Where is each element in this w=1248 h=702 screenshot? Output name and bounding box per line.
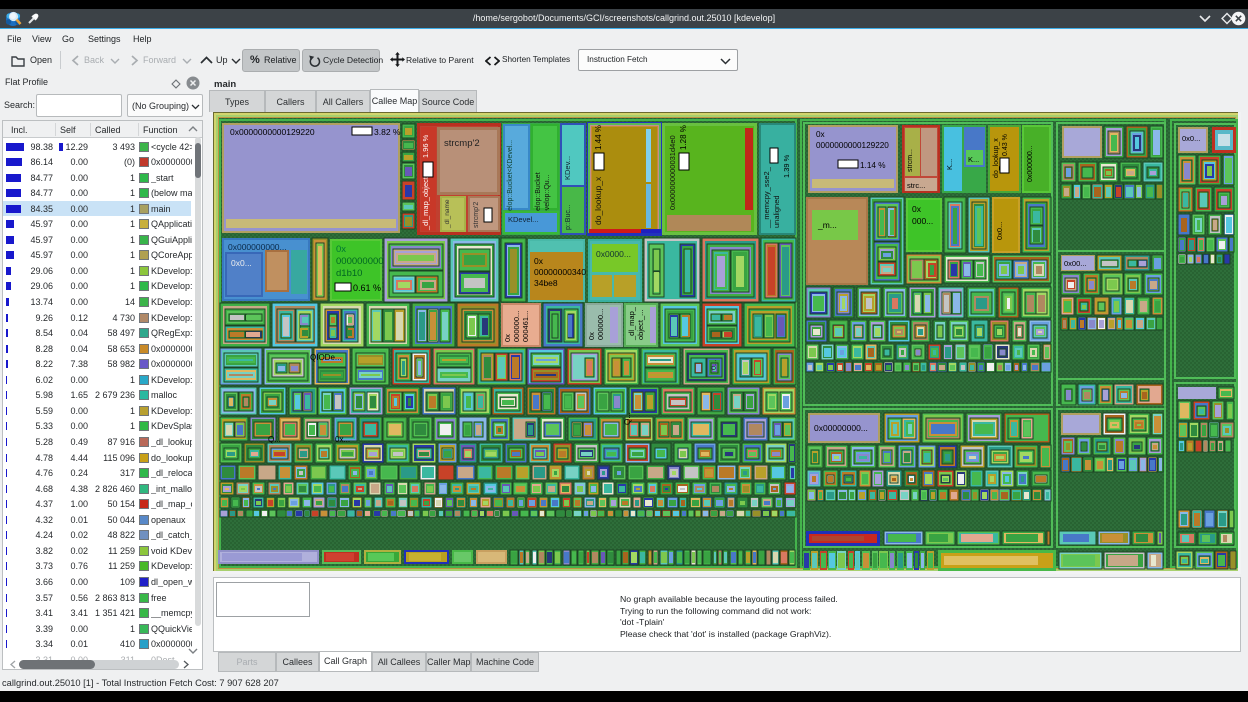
svg-text:do_lookup_x: do_lookup_x	[593, 176, 603, 225]
svg-text:0x0...: 0x0...	[1182, 134, 1200, 143]
svg-text:strc...: strc...	[907, 181, 925, 190]
svg-text:0x: 0x	[816, 130, 825, 139]
svg-text:do_lookup_x: do_lookup_x	[993, 138, 1000, 178]
svg-text:1.44 %: 1.44 %	[594, 125, 603, 150]
svg-text:0x: 0x	[336, 244, 346, 255]
svg-text:0x000000...: 0x000000...	[1027, 145, 1034, 182]
svg-text:KDev...: KDev...	[563, 156, 572, 180]
svg-text:0x: 0x	[503, 334, 512, 342]
svg-text:strcmp'2: strcmp'2	[444, 138, 480, 149]
svg-text:0x00...: 0x00...	[1064, 259, 1087, 268]
svg-text:0000000000129220: 0000000000129220	[816, 141, 889, 150]
svg-text:34be8: 34be8	[534, 278, 558, 288]
svg-text:000461...: 000461...	[521, 311, 530, 342]
svg-text:Q...: Q...	[268, 435, 281, 444]
svg-text:0x0...: 0x0...	[231, 258, 252, 268]
svg-text:0x0000...: 0x0000...	[596, 249, 631, 259]
svg-text:3.82 %: 3.82 %	[374, 127, 401, 137]
svg-text:KDevel...: KDevel...	[508, 215, 538, 224]
svg-text:0...: 0...	[709, 360, 718, 370]
svg-text:0x0000000000129220: 0x0000000000129220	[230, 127, 315, 137]
svg-text:Q...: Q...	[623, 412, 632, 425]
svg-text:1.14 %: 1.14 %	[860, 161, 886, 170]
svg-text:000000...: 000000...	[512, 311, 521, 342]
svg-text:strcm...: strcm...	[907, 149, 914, 172]
svg-text:1.39 %: 1.39 %	[782, 154, 791, 178]
svg-text:_dl_map_: _dl_map_	[627, 306, 636, 341]
svg-text:0x: 0x	[912, 204, 922, 214]
svg-text:K...: K...	[945, 159, 954, 170]
svg-text:__memcpy_sse2_: __memcpy_sse2_	[762, 166, 771, 229]
svg-text:0x: 0x	[534, 256, 544, 266]
svg-text:000000...: 000000...	[596, 309, 605, 340]
svg-text:p::Buc...: p::Buc...	[565, 204, 572, 230]
svg-text:_dl_name: _dl_name	[444, 199, 451, 229]
svg-text:_m...: _m...	[817, 220, 837, 230]
svg-text:0x0...: 0x0...	[995, 222, 1004, 240]
svg-text:1.96 %: 1.96 %	[421, 134, 430, 158]
svg-text:_dl_map_object: _dl_map_object	[421, 176, 430, 231]
svg-text:0.61 %: 0.61 %	[353, 283, 381, 293]
svg-text:K...: K...	[968, 155, 979, 164]
svg-text:0x00000000...: 0x00000000...	[814, 423, 868, 433]
svg-text:object_...: object_...	[636, 310, 645, 340]
svg-text:strcmp'2: strcmp'2	[473, 202, 480, 228]
svg-text:1.28 %: 1.28 %	[679, 125, 688, 150]
svg-text:0x...: 0x...	[335, 435, 350, 444]
svg-text:unaligned: unaligned	[772, 195, 781, 228]
svg-text:d1b10: d1b10	[336, 268, 362, 279]
svg-text:0x000000000031d4e0: 0x000000000031d4e0	[668, 135, 677, 210]
svg-text:QIODe...: QIODe...	[310, 353, 342, 362]
svg-text:00000000340: 00000000340	[534, 267, 586, 277]
svg-text:0.43 %: 0.43 %	[1002, 134, 1009, 156]
svg-text:0x: 0x	[587, 332, 596, 340]
svg-text:000...: 000...	[912, 216, 933, 226]
